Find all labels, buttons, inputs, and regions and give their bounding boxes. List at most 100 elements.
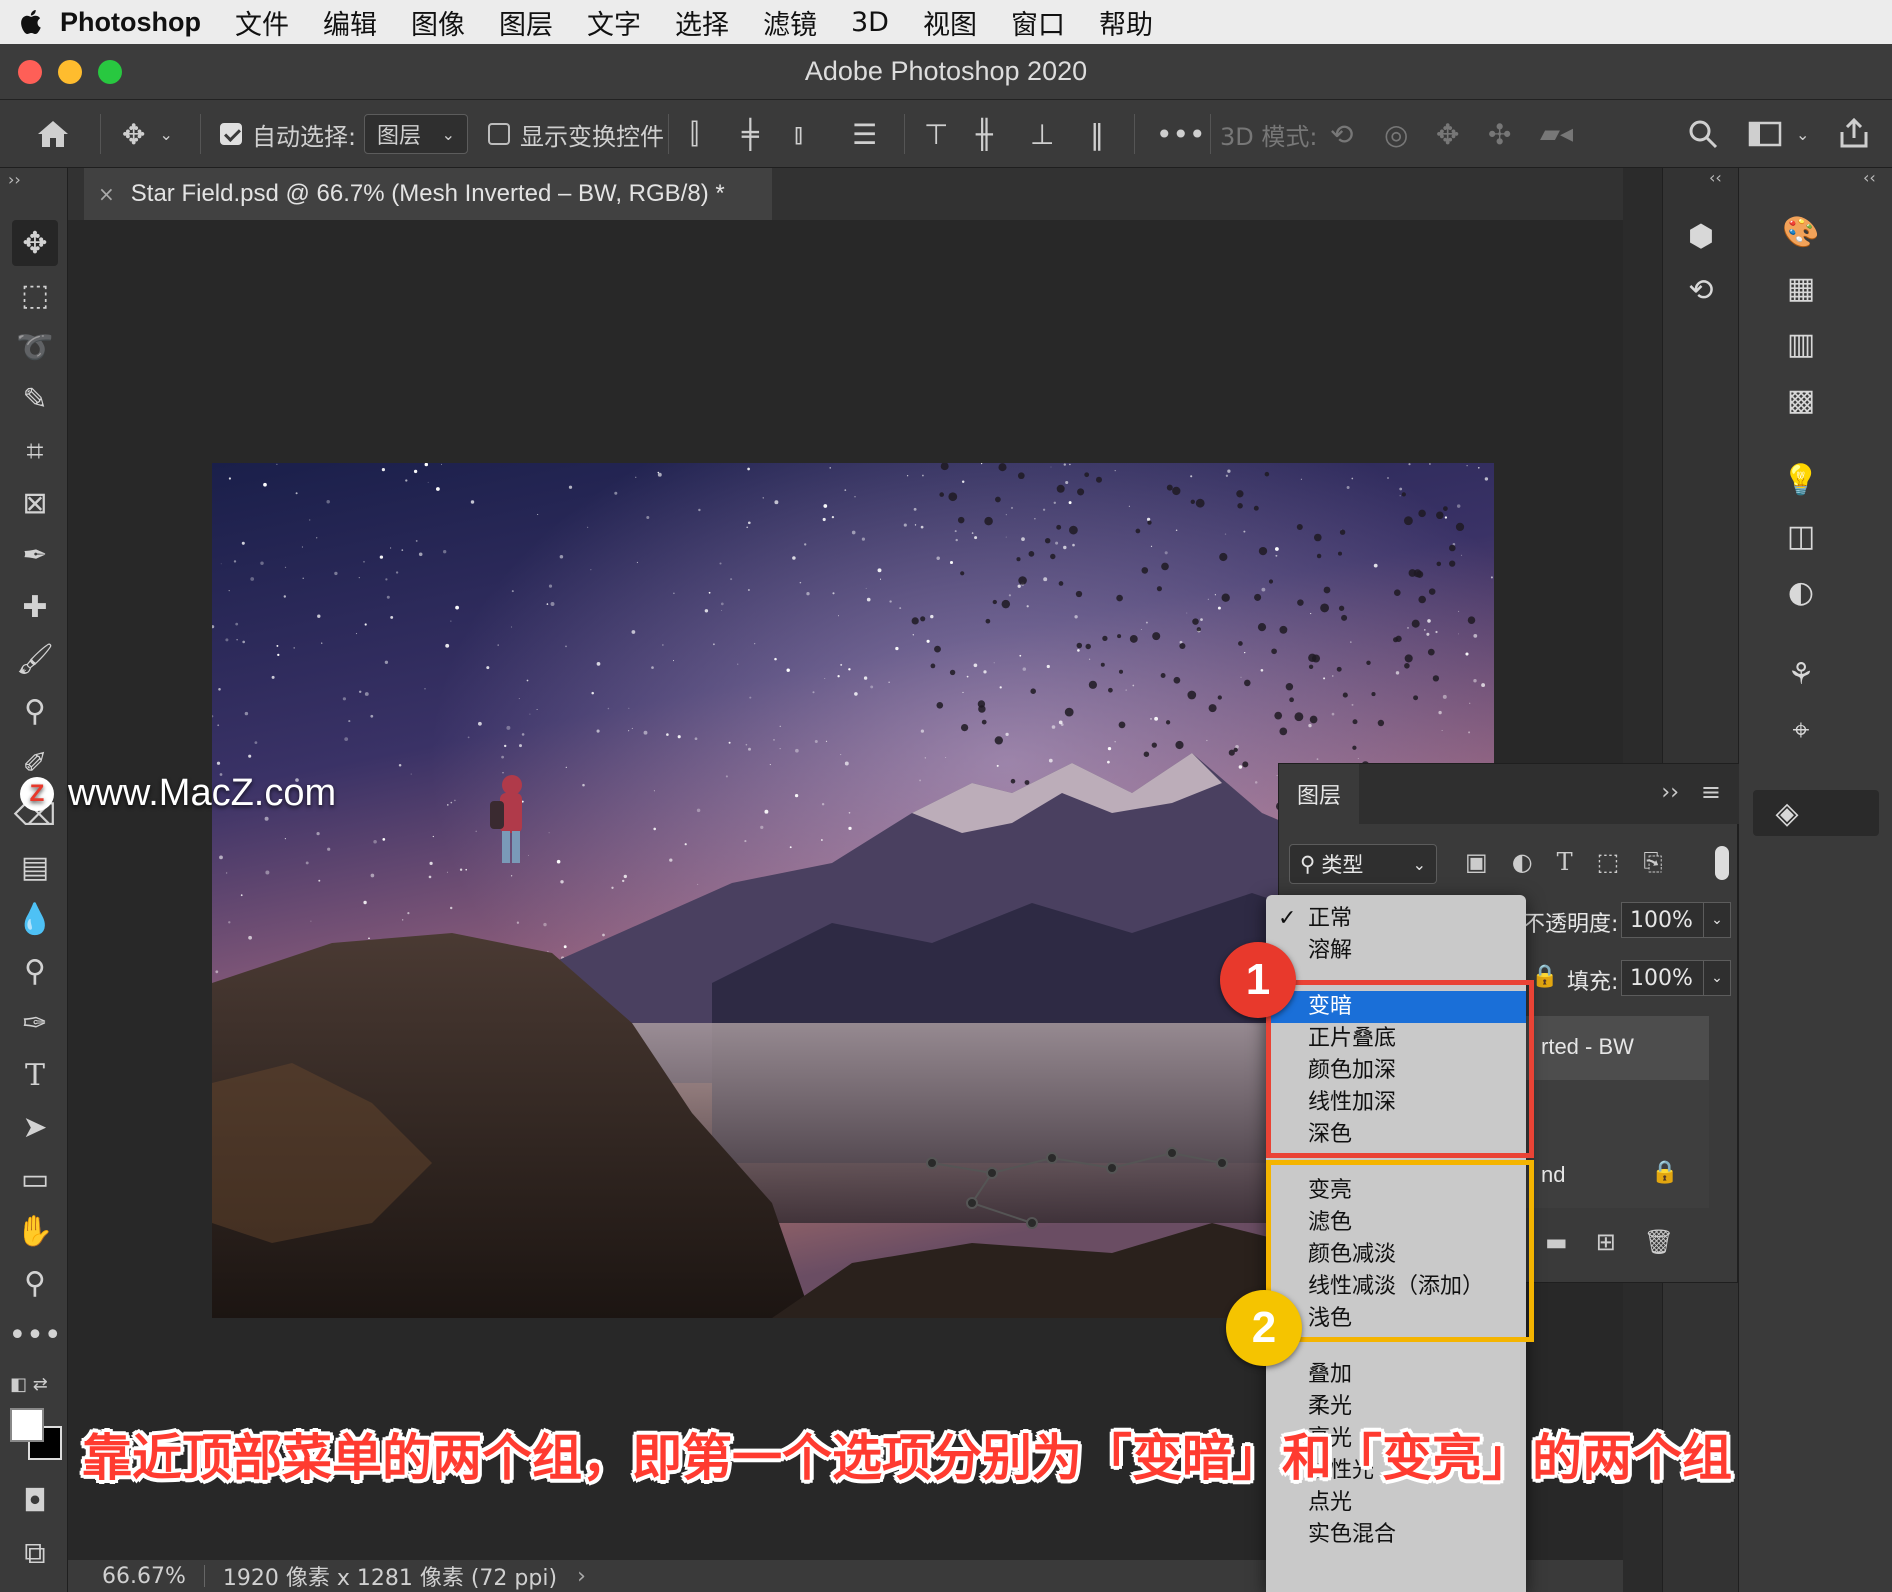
- distribute-vertical-icon[interactable]: ‖: [1090, 100, 1104, 168]
- blend-normal[interactable]: ✓ 正常: [1266, 903, 1526, 935]
- filter-adjustment-icon[interactable]: ◐: [1512, 848, 1533, 876]
- blend-dissolve[interactable]: 溶解: [1266, 935, 1526, 967]
- filter-toggle-switch[interactable]: [1715, 846, 1729, 880]
- filter-type-icon[interactable]: T: [1557, 848, 1573, 876]
- crop-tool-icon[interactable]: ⌗: [12, 428, 58, 474]
- opacity-chevron-icon[interactable]: ⌄: [1703, 902, 1731, 938]
- menu-3d[interactable]: 3D: [851, 7, 889, 38]
- pen-tool-icon[interactable]: ✑: [12, 1000, 58, 1046]
- path-select-tool-icon[interactable]: ➤: [12, 1104, 58, 1150]
- menu-app-name[interactable]: Photoshop: [60, 7, 201, 38]
- fill-input[interactable]: 100%: [1621, 960, 1711, 996]
- menu-type[interactable]: 文字: [587, 3, 641, 42]
- foreground-color-swatch[interactable]: [10, 1408, 44, 1442]
- hand-tool-icon[interactable]: ✋: [12, 1208, 58, 1254]
- history-panel-icon[interactable]: ⟲: [1679, 268, 1723, 312]
- quick-mask-icon[interactable]: ◘: [12, 1478, 58, 1524]
- dodge-tool-icon[interactable]: ⚲: [12, 948, 58, 994]
- home-icon[interactable]: [36, 100, 70, 168]
- paths-panel-icon[interactable]: ⌖: [1779, 708, 1823, 752]
- libraries-panel-icon[interactable]: ◫: [1779, 514, 1823, 558]
- move-tool-icon[interactable]: ✥: [12, 220, 58, 266]
- layers-panel-button[interactable]: ◈: [1753, 790, 1879, 836]
- apple-menu-icon[interactable]: [0, 0, 60, 44]
- quick-select-tool-icon[interactable]: ✎: [12, 376, 58, 422]
- workspace-icon[interactable]: ⌄: [1748, 100, 1809, 168]
- filter-shape-icon[interactable]: ⬚: [1597, 848, 1620, 876]
- filter-pixel-icon[interactable]: ▣: [1465, 848, 1488, 876]
- align-left-icon[interactable]: ⫿: [690, 100, 699, 168]
- clone-stamp-tool-icon[interactable]: ⚲: [12, 688, 58, 734]
- show-transform-checkbox[interactable]: 显示变换控件: [488, 100, 664, 168]
- panel-menu-icon[interactable]: ≡: [1701, 778, 1721, 806]
- rectangle-tool-icon[interactable]: ▭: [12, 1156, 58, 1202]
- filter-type-dropdown[interactable]: ⚲ 类型 ⌄: [1289, 844, 1437, 884]
- menu-image[interactable]: 图像: [411, 3, 465, 42]
- mac-menu-bar: Photoshop 文件 编辑 图像 图层 文字 选择 滤镜 3D 视图 窗口 …: [0, 0, 1892, 44]
- align-top-icon[interactable]: ⊤: [924, 100, 948, 168]
- gradient-tool-icon[interactable]: ▤: [12, 844, 58, 890]
- fill-chevron-icon[interactable]: ⌄: [1703, 960, 1731, 996]
- 3d-panel-icon[interactable]: ⬢: [1679, 214, 1723, 258]
- collapse-dock-icon-2[interactable]: ‹‹: [1863, 168, 1876, 187]
- collapse-panel-icon[interactable]: ››: [1661, 780, 1679, 805]
- blend-hard-mix[interactable]: 实色混合: [1266, 1519, 1526, 1551]
- distribute-icon[interactable]: ☰: [852, 100, 877, 168]
- blur-tool-icon[interactable]: 💧: [12, 896, 58, 942]
- zoom-level[interactable]: 66.67%: [102, 1564, 186, 1589]
- align-vcenter-icon[interactable]: ╫: [976, 100, 993, 168]
- status-menu-chevron-icon[interactable]: ›: [577, 1564, 586, 1589]
- learn-panel-icon[interactable]: 💡: [1779, 458, 1823, 502]
- brush-tool-icon[interactable]: 🖌: [12, 636, 58, 682]
- default-colors-icon[interactable]: ◧ ⇄: [10, 1374, 48, 1395]
- frame-tool-icon[interactable]: ⊠: [12, 480, 58, 526]
- align-bottom-icon[interactable]: ⊥: [1030, 100, 1054, 168]
- document-tab[interactable]: × Star Field.psd @ 66.7% (Mesh Inverted …: [84, 168, 772, 220]
- expand-panel-icon[interactable]: ››: [8, 170, 21, 189]
- lasso-tool-icon[interactable]: ➰: [12, 324, 58, 370]
- menu-window[interactable]: 窗口: [1011, 3, 1065, 42]
- search-icon[interactable]: [1688, 100, 1718, 168]
- more-options-icon[interactable]: •••: [1156, 100, 1206, 168]
- menu-layer[interactable]: 图层: [499, 3, 553, 42]
- share-icon[interactable]: [1838, 100, 1870, 168]
- marquee-tool-icon[interactable]: ⬚: [12, 272, 58, 318]
- opacity-input[interactable]: 100%: [1621, 902, 1711, 938]
- edit-toolbar-icon[interactable]: •••: [8, 1312, 61, 1358]
- lock-icon[interactable]: 🔒: [1531, 964, 1558, 989]
- swatches-panel-icon[interactable]: ▦: [1779, 266, 1823, 310]
- eyedropper-tool-icon[interactable]: ✒: [12, 532, 58, 578]
- new-group-icon[interactable]: ▬: [1545, 1228, 1568, 1256]
- menu-select[interactable]: 选择: [675, 3, 729, 42]
- move-tool-preset-icon[interactable]: ✥ ⌄: [122, 100, 173, 168]
- delete-layer-icon[interactable]: 🗑: [1644, 1228, 1674, 1256]
- color-panel-icon[interactable]: 🎨: [1779, 210, 1823, 254]
- menu-view[interactable]: 视图: [923, 3, 977, 42]
- align-right-icon[interactable]: ⫾: [794, 100, 803, 168]
- blend-pin-light[interactable]: 点光: [1266, 1487, 1526, 1519]
- filter-smart-object-icon[interactable]: ⎘: [1643, 848, 1662, 876]
- zoom-tool-icon[interactable]: ⚲: [12, 1260, 58, 1306]
- type-tool-icon[interactable]: T: [12, 1052, 58, 1098]
- blend-overlay[interactable]: 叠加: [1266, 1359, 1526, 1391]
- screen-mode-icon[interactable]: ⧉: [12, 1530, 58, 1576]
- menu-edit[interactable]: 编辑: [323, 3, 377, 42]
- menu-filter[interactable]: 滤镜: [763, 3, 817, 42]
- 3d-roll-icon: ◎: [1384, 117, 1409, 151]
- auto-select-dropdown[interactable]: 图层 ⌄: [364, 114, 468, 154]
- color-swatches[interactable]: [10, 1408, 64, 1462]
- collapse-dock-icon[interactable]: ‹‹: [1709, 168, 1722, 187]
- 3d-slide-icon: ✣: [1488, 117, 1512, 151]
- healing-brush-tool-icon[interactable]: ✚: [12, 584, 58, 630]
- close-tab-icon[interactable]: ×: [98, 182, 115, 206]
- menu-file[interactable]: 文件: [235, 3, 289, 42]
- new-layer-icon[interactable]: ⊞: [1596, 1228, 1616, 1256]
- layers-tab[interactable]: 图层: [1279, 764, 1359, 824]
- menu-help[interactable]: 帮助: [1099, 3, 1153, 42]
- align-hcenter-icon[interactable]: ╪: [742, 100, 759, 168]
- adjustments-panel-icon[interactable]: ◐: [1779, 570, 1823, 614]
- gradients-panel-icon[interactable]: ▥: [1779, 322, 1823, 366]
- auto-select-checkbox[interactable]: 自动选择:: [220, 100, 356, 168]
- channels-panel-icon[interactable]: ⚘: [1779, 652, 1823, 696]
- patterns-panel-icon[interactable]: ▩: [1779, 378, 1823, 422]
